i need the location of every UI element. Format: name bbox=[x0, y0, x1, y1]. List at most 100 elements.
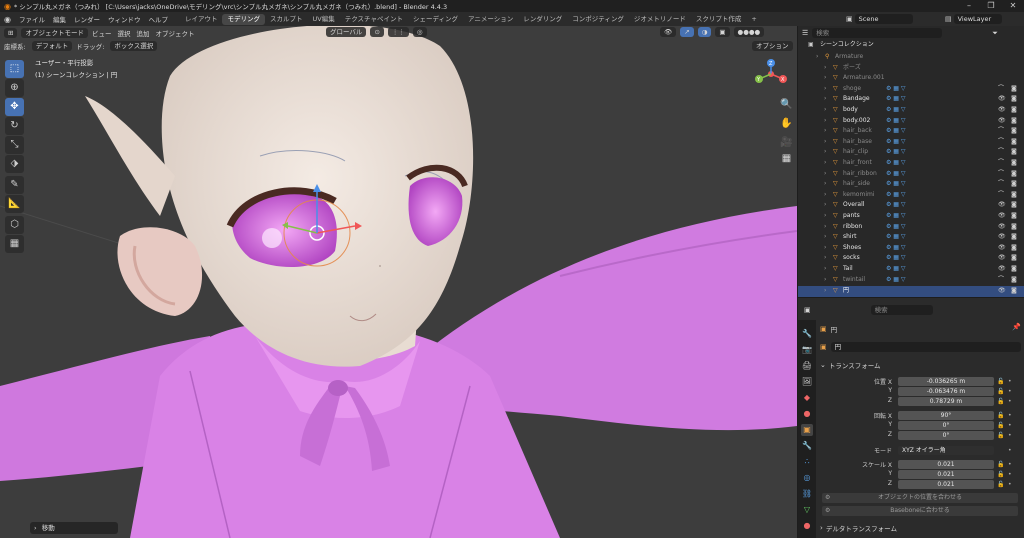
expand-icon[interactable]: › bbox=[824, 63, 826, 74]
tab-shading[interactable]: シェーディング bbox=[408, 14, 463, 25]
outliner-row[interactable]: › ▽ ポーズ bbox=[798, 63, 1024, 74]
outliner-root-row[interactable]: ▣ シーンコレクション bbox=[798, 40, 1024, 51]
tab-animation[interactable]: アニメーション bbox=[463, 14, 518, 25]
tab-modeling[interactable]: モデリング bbox=[222, 13, 265, 25]
render-camera-icon[interactable]: ◙ bbox=[1011, 94, 1017, 105]
properties-search-input[interactable]: 検索 bbox=[870, 305, 933, 315]
tab-geometry-nodes[interactable]: ジオメトリノード bbox=[629, 14, 691, 25]
fit-bone-button[interactable]: ⚙ Baseboneに合わせる bbox=[822, 506, 1018, 516]
object-name-field[interactable]: 円 bbox=[830, 342, 1021, 352]
outliner-row[interactable]: › ▽ Overall ⚙ ▦ ▽ 👁 ◙ bbox=[798, 200, 1024, 211]
render-camera-icon[interactable]: ◙ bbox=[1011, 84, 1017, 95]
last-operator-panel[interactable]: › 移動 bbox=[30, 522, 118, 534]
expand-icon[interactable]: › bbox=[816, 52, 818, 63]
constraint-tab-icon[interactable]: ⛓ bbox=[801, 488, 813, 500]
expand-icon[interactable]: › bbox=[824, 232, 826, 243]
tab-texture-paint[interactable]: テクスチャペイント bbox=[340, 14, 408, 25]
visibility-eye-icon[interactable]: ⌒ bbox=[998, 158, 1004, 169]
render-camera-icon[interactable]: ◙ bbox=[1011, 179, 1017, 190]
zoom-icon[interactable]: 🔍 bbox=[779, 98, 794, 112]
tab-uv-editing[interactable]: UV編集 bbox=[307, 14, 339, 25]
outliner-row[interactable]: › ▽ hair_side ⚙ ▦ ▽ ⌒ ◙ bbox=[798, 179, 1024, 190]
render-camera-icon[interactable]: ◙ bbox=[1011, 286, 1017, 297]
location-x-field[interactable]: -0.036265 m bbox=[898, 377, 994, 386]
outliner-row[interactable]: › ▽ hair_base ⚙ ▦ ▽ ⌒ ◙ bbox=[798, 137, 1024, 148]
render-camera-icon[interactable]: ◙ bbox=[1011, 253, 1017, 264]
visibility-eye-icon[interactable]: ⌒ bbox=[998, 137, 1004, 148]
snap-icon[interactable]: ⋮⋮ bbox=[387, 27, 409, 37]
render-camera-icon[interactable]: ◙ bbox=[1011, 222, 1017, 233]
pin-icon[interactable]: 📌 bbox=[1012, 323, 1021, 331]
options-dropdown[interactable]: オプション bbox=[752, 41, 793, 51]
modifier-tab-icon[interactable]: 🔧 bbox=[801, 440, 813, 452]
outliner-row[interactable]: › ▽ body ⚙ ▦ ▽ 👁 ◙ bbox=[798, 105, 1024, 116]
data-tab-icon[interactable]: ▽ bbox=[801, 504, 813, 516]
outliner-row[interactable]: › ▽ shirt ⚙ ▦ ▽ 👁 ◙ bbox=[798, 232, 1024, 243]
rotation-y-field[interactable]: 0° bbox=[898, 421, 994, 430]
menu-render[interactable]: レンダー bbox=[70, 14, 104, 24]
keyframe-dot-icon[interactable]: • bbox=[1008, 378, 1012, 385]
tab-sculpt[interactable]: スカルプト bbox=[265, 14, 308, 25]
view-layer-tab-icon[interactable]: 🖼 bbox=[801, 376, 813, 388]
outliner-row[interactable]: › ▽ body.002 ⚙ ▦ ▽ 👁 ◙ bbox=[798, 116, 1024, 127]
outliner-row[interactable]: › ▽ Tail ⚙ ▦ ▽ 👁 ◙ bbox=[798, 264, 1024, 275]
delta-section-header[interactable]: › デルタトランスフォーム bbox=[820, 523, 897, 533]
material-tab-icon[interactable]: ● bbox=[801, 520, 813, 532]
expand-icon[interactable]: › bbox=[824, 94, 826, 105]
fit-object-button[interactable]: ⚙ オブジェクトの位置を合わせる bbox=[822, 493, 1018, 503]
particles-tab-icon[interactable]: ∴ bbox=[801, 456, 813, 468]
menu-add[interactable]: 追加 bbox=[136, 28, 149, 38]
outliner-selected-row[interactable]: › ▽ 円 👁 ◙ bbox=[798, 286, 1024, 297]
render-camera-icon[interactable]: ◙ bbox=[1011, 200, 1017, 211]
tool-scale[interactable]: ⤡ bbox=[5, 136, 24, 154]
menu-view[interactable]: ビュー bbox=[92, 28, 112, 38]
tool-annotate[interactable]: ✎ bbox=[5, 176, 24, 194]
drag-dropdown[interactable]: ボックス選択 bbox=[110, 41, 158, 51]
add-workspace-button[interactable]: + bbox=[746, 14, 761, 25]
lock-icon[interactable]: 🔓 bbox=[997, 432, 1004, 439]
visibility-eye-icon[interactable]: ⌒ bbox=[998, 190, 1004, 201]
visibility-eye-icon[interactable]: ⌒ bbox=[998, 179, 1004, 190]
visibility-eye-icon[interactable]: ⌒ bbox=[998, 84, 1004, 95]
scene-name[interactable]: Scene bbox=[854, 14, 913, 24]
tool-add-cube[interactable]: ⬡ bbox=[5, 216, 24, 234]
keyframe-dot-icon[interactable]: • bbox=[1008, 398, 1012, 405]
camera-view-icon[interactable]: 🎥 bbox=[779, 136, 794, 150]
expand-icon[interactable]: › bbox=[824, 137, 826, 148]
expand-icon[interactable]: › bbox=[824, 147, 826, 158]
output-tab-icon[interactable]: 🖨 bbox=[801, 360, 813, 372]
render-camera-icon[interactable]: ◙ bbox=[1011, 232, 1017, 243]
outliner-row[interactable]: › ⚲ Armature bbox=[798, 52, 1024, 63]
visibility-eye-icon[interactable]: 👁 bbox=[998, 253, 1006, 264]
visibility-eye-icon[interactable]: ⌒ bbox=[998, 169, 1004, 180]
visibility-eye-icon[interactable]: 👁 bbox=[998, 222, 1006, 233]
visibility-eye-icon[interactable]: 👁 bbox=[998, 211, 1006, 222]
transform-section-header[interactable]: ⌄ トランスフォーム bbox=[820, 360, 881, 370]
outliner-row[interactable]: › ▽ Bandage ⚙ ▦ ▽ 👁 ◙ bbox=[798, 94, 1024, 105]
outliner-row[interactable]: › ▽ pants ⚙ ▦ ▽ 👁 ◙ bbox=[798, 211, 1024, 222]
lock-icon[interactable]: 🔓 bbox=[997, 422, 1004, 429]
scene-selector[interactable]: ▣ Scene bbox=[846, 14, 913, 24]
lock-icon[interactable]: 🔓 bbox=[997, 398, 1004, 405]
minimize-icon[interactable]: – bbox=[958, 0, 980, 12]
expand-icon[interactable]: › bbox=[824, 84, 826, 95]
outliner-row[interactable]: › ▽ hair_ribbon ⚙ ▦ ▽ ⌒ ◙ bbox=[798, 169, 1024, 180]
outliner-editor-icon[interactable]: ☰ bbox=[802, 29, 808, 37]
lock-icon[interactable]: 🔓 bbox=[997, 378, 1004, 385]
outliner-row[interactable]: › ▽ shoge ⚙ ▦ ▽ ⌒ ◙ bbox=[798, 84, 1024, 95]
menu-window[interactable]: ウィンドウ bbox=[104, 14, 145, 24]
outliner-row[interactable]: › ▽ hair_front ⚙ ▦ ▽ ⌒ ◙ bbox=[798, 158, 1024, 169]
proportional-icon[interactable]: ◎ bbox=[412, 27, 427, 37]
render-camera-icon[interactable]: ◙ bbox=[1011, 116, 1017, 127]
keyframe-dot-icon[interactable]: • bbox=[1008, 461, 1012, 468]
expand-icon[interactable]: › bbox=[824, 275, 826, 286]
render-camera-icon[interactable]: ◙ bbox=[1011, 243, 1017, 254]
visibility-eye-icon[interactable]: 👁 bbox=[998, 286, 1006, 297]
render-camera-icon[interactable]: ◙ bbox=[1011, 137, 1017, 148]
expand-icon[interactable]: › bbox=[824, 116, 826, 127]
expand-icon[interactable]: › bbox=[824, 169, 826, 180]
outliner-row[interactable]: › ▽ socks ⚙ ▦ ▽ 👁 ◙ bbox=[798, 253, 1024, 264]
tool-add-mesh[interactable]: ▦ bbox=[5, 235, 24, 253]
expand-icon[interactable]: › bbox=[824, 126, 826, 137]
outliner-search-input[interactable]: 検索 bbox=[812, 28, 943, 38]
